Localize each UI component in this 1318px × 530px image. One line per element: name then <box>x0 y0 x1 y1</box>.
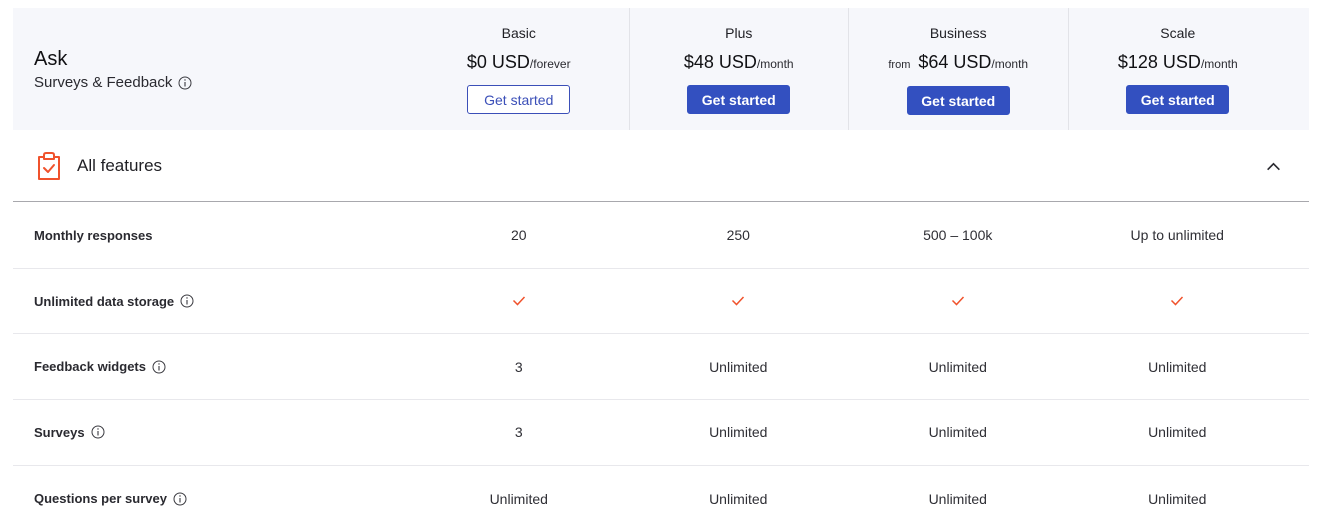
feature-label-text: Feedback widgets <box>34 359 146 375</box>
feature-value: 3 <box>514 424 523 441</box>
feature-value-check <box>1068 295 1288 307</box>
info-icon[interactable] <box>178 76 192 90</box>
get-started-basic-button[interactable]: Get started <box>467 85 571 114</box>
feature-value: Unlimited <box>1148 358 1207 375</box>
price-amount: $48 USD <box>683 52 757 72</box>
plan-price: from $64 USD /month <box>888 51 1028 76</box>
feature-value: 250 <box>726 227 750 244</box>
feature-value: 20 <box>510 227 527 244</box>
feature-row: Surveys 3 Unlimited Unlimited Unlimited <box>13 400 1309 466</box>
product-subtitle: Surveys & Feedback <box>34 74 173 91</box>
feature-row: Feedback widgets 3 Unlimited Unlimited U… <box>13 334 1309 401</box>
price-period: /month <box>1200 57 1238 71</box>
product-subtitle-row: Surveys & Feedback <box>34 74 409 91</box>
feature-value: Unlimited <box>709 490 768 507</box>
feature-label-text: Questions per survey <box>34 491 167 507</box>
feature-value: 500 – 100k <box>923 227 993 244</box>
plan-name: Basic <box>501 25 536 41</box>
info-icon[interactable] <box>91 425 105 439</box>
feature-value: Up to unlimited <box>1130 227 1224 244</box>
feature-value: Unlimited <box>489 490 548 507</box>
product-info: Ask Surveys & Feedback <box>13 8 409 130</box>
feature-label: Monthly responses <box>13 228 409 243</box>
plan-name: Plus <box>725 25 753 41</box>
clipboard-check-icon <box>35 151 63 181</box>
feature-value: Unlimited <box>928 424 987 441</box>
feature-label-text: Surveys <box>34 424 85 440</box>
plan-scale: Scale $128 USD /month Get started <box>1067 8 1288 130</box>
feature-row: Monthly responses 20 250 500 – 100k Up t… <box>13 203 1309 269</box>
price-amount: $128 USD <box>1117 52 1201 72</box>
feature-value: Unlimited <box>928 358 987 375</box>
feature-table: Monthly responses 20 250 500 – 100k Up t… <box>13 203 1309 530</box>
feature-label: Questions per survey <box>13 491 409 506</box>
get-started-scale-button[interactable]: Get started <box>1126 85 1230 114</box>
feature-label: Surveys <box>13 425 409 440</box>
plan-price: $48 USD /month <box>684 51 794 75</box>
info-icon[interactable] <box>173 492 187 506</box>
feature-label: Feedback widgets <box>13 359 409 374</box>
plan-price: $0 USD /forever <box>467 51 571 75</box>
check-icon <box>731 295 745 307</box>
plan-basic: Basic $0 USD /forever Get started <box>409 8 629 130</box>
get-started-plus-button[interactable]: Get started <box>687 85 791 114</box>
plan-name: Business <box>929 25 987 41</box>
price-amount: $0 USD <box>466 52 530 72</box>
plan-price: $128 USD /month <box>1118 51 1238 75</box>
feature-value-check <box>848 295 1068 307</box>
feature-value: 3 <box>514 358 523 375</box>
check-icon <box>1170 295 1184 307</box>
feature-value: Unlimited <box>1148 490 1207 507</box>
feature-label-text: Unlimited data storage <box>34 293 175 309</box>
feature-value: Unlimited <box>1148 424 1207 441</box>
info-icon[interactable] <box>180 294 194 308</box>
features-section-title: All features <box>77 156 163 175</box>
feature-value: Unlimited <box>709 358 768 375</box>
price-period: /month <box>991 57 1029 71</box>
info-icon[interactable] <box>152 360 166 374</box>
feature-label-text: Monthly responses <box>34 227 153 243</box>
get-started-business-button[interactable]: Get started <box>906 86 1010 115</box>
chevron-up-icon[interactable] <box>1263 156 1283 176</box>
check-icon <box>512 295 526 307</box>
check-icon <box>951 295 965 307</box>
plan-plus: Plus $48 USD /month Get started <box>628 8 849 130</box>
all-features-toggle[interactable]: All features <box>13 131 1309 202</box>
feature-value: Unlimited <box>928 490 987 507</box>
plan-name: Scale <box>1160 25 1196 41</box>
price-period: /forever <box>529 57 571 71</box>
price-amount: $64 USD <box>918 52 992 72</box>
feature-row: Questions per survey Unlimited Unlimited… <box>13 466 1309 530</box>
pricing-header: Ask Surveys & Feedback Basic $0 USD /for… <box>13 8 1309 130</box>
price-period: /month <box>756 57 794 71</box>
feature-value: Unlimited <box>709 424 768 441</box>
price-prefix: from <box>888 59 911 71</box>
feature-label: Unlimited data storage <box>13 294 409 309</box>
feature-value-check <box>629 295 849 307</box>
feature-row: Unlimited data storage <box>13 269 1309 335</box>
feature-value-check <box>409 295 629 307</box>
plan-business: Business from $64 USD /month Get started <box>848 8 1068 130</box>
product-name: Ask <box>34 48 68 70</box>
